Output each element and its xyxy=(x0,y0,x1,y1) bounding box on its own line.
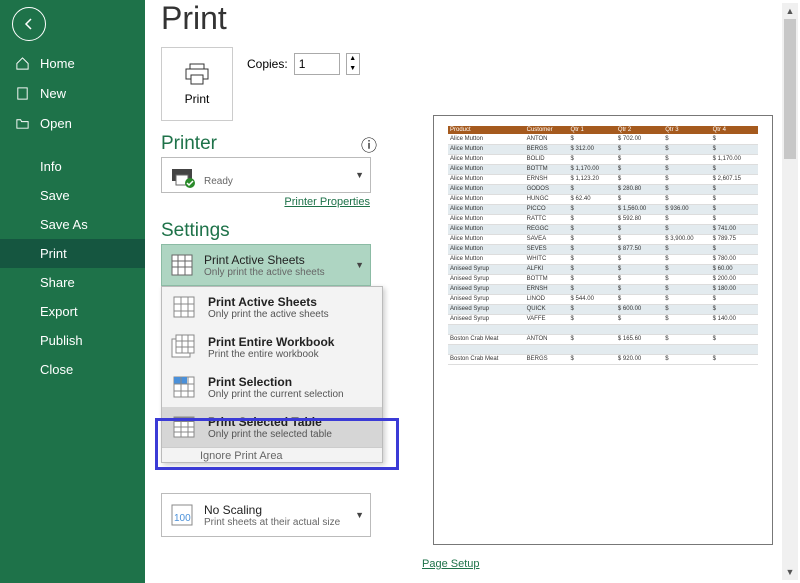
nav-new-label: New xyxy=(40,86,66,101)
ignore-print-area[interactable]: Ignore Print Area xyxy=(200,450,382,462)
workbook-icon xyxy=(170,333,198,361)
scaling-title: No Scaling xyxy=(204,503,340,517)
new-icon xyxy=(14,85,30,101)
nav-home[interactable]: Home xyxy=(0,48,145,78)
scaling-icon: 100 xyxy=(168,501,196,529)
print-preview: ProductCustomerQtr 1Qtr 2Qtr 3Qtr 4 Alic… xyxy=(433,115,773,545)
scaling-sub: Print sheets at their actual size xyxy=(204,517,340,528)
nav-print[interactable]: Print xyxy=(0,239,145,268)
scaling-selector[interactable]: 100 No ScalingPrint sheets at their actu… xyxy=(161,493,371,537)
print-panel: Print Print Copies: ▲▼ Printerⓘ Ready ▼ … xyxy=(145,0,800,583)
scroll-thumb[interactable] xyxy=(784,19,796,159)
nav-export-label: Export xyxy=(40,304,78,319)
nav-info[interactable]: Info xyxy=(0,152,145,181)
printer-device-icon xyxy=(168,161,196,189)
open-icon xyxy=(14,115,30,131)
nav-open-label: Open xyxy=(40,116,72,131)
opt2-title: Print Selection xyxy=(208,375,344,389)
sheet-icon xyxy=(170,293,198,321)
info-icon[interactable]: ⓘ xyxy=(361,132,377,156)
opt0-sub: Only print the active sheets xyxy=(208,309,329,320)
svg-text:100: 100 xyxy=(174,513,191,524)
nav-saveas[interactable]: Save As xyxy=(0,210,145,239)
backstage-sidebar: Home New Open Info Save Save As Print Sh… xyxy=(0,0,145,583)
current-setting-sub: Only print the active sheets xyxy=(204,267,325,278)
opt2-sub: Only print the current selection xyxy=(208,389,344,400)
nav-close[interactable]: Close xyxy=(0,355,145,384)
option-active-sheets[interactable]: Print Active SheetsOnly print the active… xyxy=(162,287,382,327)
page-title: Print xyxy=(161,0,800,37)
print-button-label: Print xyxy=(185,92,210,106)
page-setup-link[interactable]: Page Setup xyxy=(422,558,480,570)
print-what-dropdown: Print Active SheetsOnly print the active… xyxy=(161,286,383,463)
option-selection[interactable]: Print SelectionOnly print the current se… xyxy=(162,367,382,407)
chevron-down-icon: ▼ xyxy=(355,510,364,520)
printer-section-label: Printer xyxy=(161,133,217,155)
arrow-left-icon xyxy=(21,16,37,32)
chevron-down-icon: ▼ xyxy=(355,170,364,180)
print-what-selector[interactable]: Print Active SheetsOnly print the active… xyxy=(161,244,371,286)
scroll-up[interactable]: ▲ xyxy=(782,3,798,19)
opt1-sub: Print the entire workbook xyxy=(208,349,334,360)
back-button[interactable] xyxy=(12,7,46,41)
copies-label: Copies: xyxy=(247,57,288,71)
nav-save[interactable]: Save xyxy=(0,181,145,210)
nav-info-label: Info xyxy=(40,159,62,174)
nav-new[interactable]: New xyxy=(0,78,145,108)
nav-saveas-label: Save As xyxy=(40,217,88,232)
copies-down[interactable]: ▼ xyxy=(347,64,359,74)
copies-stepper: ▲▼ xyxy=(346,53,360,75)
copies-up[interactable]: ▲ xyxy=(347,54,359,64)
copies-input[interactable] xyxy=(294,53,340,75)
scroll-down[interactable]: ▼ xyxy=(782,564,798,580)
opt3-title: Print Selected Table xyxy=(208,415,332,429)
chevron-down-icon: ▼ xyxy=(355,260,364,270)
current-setting-title: Print Active Sheets xyxy=(204,253,325,267)
nav-export[interactable]: Export xyxy=(0,297,145,326)
printer-properties-link[interactable]: Printer Properties xyxy=(145,196,370,208)
preview-table: ProductCustomerQtr 1Qtr 2Qtr 3Qtr 4 Alic… xyxy=(448,126,758,365)
selection-icon xyxy=(170,373,198,401)
home-icon xyxy=(14,55,30,71)
nav-home-label: Home xyxy=(40,56,75,71)
nav-close-label: Close xyxy=(40,362,73,377)
nav-publish-label: Publish xyxy=(40,333,83,348)
printer-icon xyxy=(183,62,211,86)
nav-share-label: Share xyxy=(40,275,75,290)
nav-open[interactable]: Open xyxy=(0,108,145,138)
printer-selector[interactable]: Ready ▼ xyxy=(161,157,371,193)
print-button[interactable]: Print xyxy=(161,47,233,121)
opt1-title: Print Entire Workbook xyxy=(208,335,334,349)
nav-share[interactable]: Share xyxy=(0,268,145,297)
option-entire-workbook[interactable]: Print Entire WorkbookPrint the entire wo… xyxy=(162,327,382,367)
option-selected-table[interactable]: Print Selected TableOnly print the selec… xyxy=(162,407,382,447)
opt0-title: Print Active Sheets xyxy=(208,295,329,309)
nav-print-label: Print xyxy=(40,246,67,261)
table-icon xyxy=(170,413,198,441)
nav-save-label: Save xyxy=(40,188,70,203)
sheet-icon xyxy=(168,251,196,279)
nav-publish[interactable]: Publish xyxy=(0,326,145,355)
printer-status: Ready xyxy=(204,176,233,187)
vertical-scrollbar[interactable]: ▲ ▼ xyxy=(782,3,798,580)
opt3-sub: Only print the selected table xyxy=(208,429,332,440)
